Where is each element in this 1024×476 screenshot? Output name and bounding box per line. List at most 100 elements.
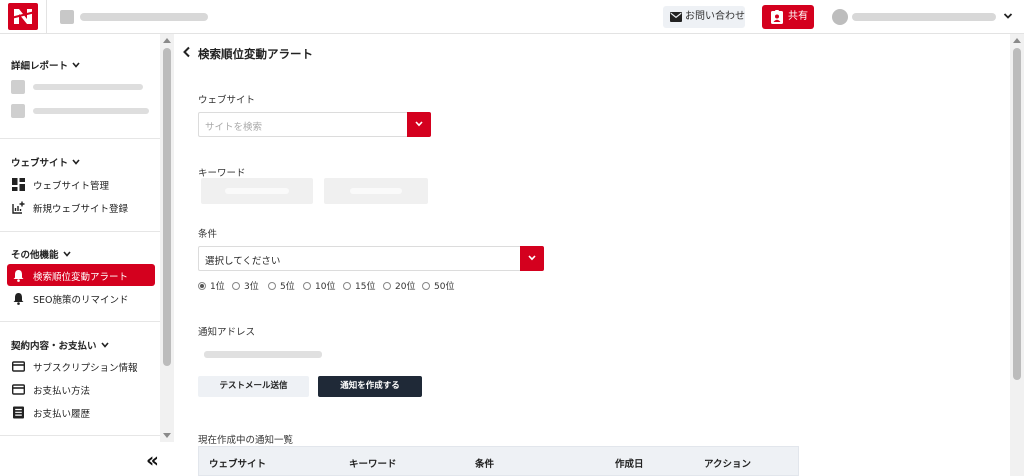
top-bar: お問い合わせ 共有 [0,0,1024,34]
sidebar-divider [0,321,160,322]
sidebar-item-label: お支払い方法 [33,386,91,397]
card-icon [12,384,25,395]
back-chevron-icon[interactable] [182,46,192,58]
mail-icon [670,12,682,22]
alert-table-header: ウェブサイト キーワード 条件 作成日 アクション [198,446,799,476]
share-user-icon [771,10,783,24]
report-site-name-redacted [33,108,149,114]
site-favicon [11,80,25,94]
column-header-keyword: キーワード [349,459,397,470]
radio-dot[interactable] [343,282,351,290]
chevron-down-icon [415,121,423,127]
contact-label: お問い合わせ [685,11,745,22]
condition-label: 条件 [198,229,218,240]
section-heading-other[interactable]: その他機能 [11,247,71,261]
report-site-item[interactable] [11,78,151,96]
sidebar-item-seo-reminder[interactable]: SEO施策のリマインド [7,287,155,309]
radio-rank-3[interactable]: 3位 [232,279,259,292]
report-site-name-redacted [33,84,143,90]
website-search-placeholder: サイトを検索 [205,122,263,133]
radio-rank-5[interactable]: 5位 [268,279,295,292]
section-heading-reports[interactable]: 詳細レポート [11,58,80,72]
radio-rank-20[interactable]: 20位 [383,279,415,292]
add-chart-icon [12,201,25,214]
radio-rank-50[interactable]: 50位 [422,279,454,292]
condition-select[interactable]: 選択してください [198,246,544,271]
radio-dot[interactable] [383,282,391,290]
radio-rank-15[interactable]: 15位 [343,279,375,292]
main-scrollbar[interactable] [1010,34,1024,476]
sidebar-item-label: SEO施策のリマインド [33,295,129,306]
radio-dot[interactable] [198,282,206,290]
sidebar-item-label: 新規ウェブサイト登録 [33,204,129,215]
account-email-redacted [852,13,996,21]
website-label: ウェブサイト [198,95,256,106]
sidebar-item-payment-history[interactable]: お支払い履歴 [7,401,155,423]
site-name-redacted [80,13,208,21]
column-header-created: 作成日 [615,459,644,470]
keyword-all-button[interactable] [201,178,313,204]
radio-rank-1[interactable]: 1位 [198,279,225,292]
sidebar-divider [0,435,160,436]
sidebar-item-label: お支払い履歴 [33,409,91,420]
avatar[interactable] [832,9,848,25]
sidebar-item-new-website[interactable]: 新規ウェブサイト登録 [7,196,155,218]
notify-address-redacted [204,351,322,358]
scrollbar-thumb[interactable] [163,48,171,366]
dashboard-icon [12,178,25,191]
page-title: 検索順位変動アラート [198,47,313,61]
sidebar-item-payment-method[interactable]: お支払い方法 [7,378,155,400]
radio-dot[interactable] [303,282,311,290]
sidebar-scrollbar[interactable] [160,34,174,442]
scrollbar-thumb[interactable] [1013,48,1021,380]
share-button[interactable]: 共有 [762,5,814,29]
sidebar-divider [0,231,160,232]
keyword-label: キーワード [198,168,246,179]
keyword-select-button[interactable] [324,178,428,204]
column-header-condition: 条件 [475,459,495,470]
chevron-down-icon[interactable] [1003,11,1013,21]
chevron-down-icon [62,251,71,257]
website-dropdown-toggle[interactable] [407,112,431,137]
notify-address-label: 通知アドレス [198,327,256,338]
radio-rank-10[interactable]: 10位 [303,279,335,292]
chevron-down-icon [72,159,80,165]
scroll-up-arrow[interactable] [1013,38,1021,43]
double-chevron-left-icon[interactable]: « [146,450,159,470]
radio-dot[interactable] [268,282,276,290]
website-select[interactable]: サイトを検索 [198,112,431,137]
main-content: 検索順位変動アラート ウェブサイト サイトを検索 キーワード 条件 選択してくだ… [174,34,1010,476]
bell-icon [13,293,24,305]
chevron-down-icon [72,62,80,68]
site-favicon [60,10,74,24]
scroll-down-arrow[interactable] [163,433,171,438]
section-heading-website[interactable]: ウェブサイト [11,155,80,169]
column-header-action: アクション [704,459,752,470]
chevron-down-icon [528,255,536,261]
brand-logo-icon[interactable] [8,3,38,30]
site-favicon [11,104,25,118]
sidebar: 詳細レポート ウェブサイト ウェブサイト管理 新規ウェブサイト登録 その他機能 [0,34,160,476]
create-alert-button[interactable]: 通知を作成する [318,376,422,397]
column-header-website: ウェブサイト [209,459,267,470]
sidebar-divider [0,138,160,139]
sidebar-item-rank-alert[interactable]: 検索順位変動アラート [7,264,155,286]
receipt-icon [13,406,24,419]
scroll-up-arrow[interactable] [163,38,171,43]
test-mail-button[interactable]: テストメール送信 [198,376,309,397]
sidebar-item-subscription[interactable]: サブスクリプション情報 [7,355,155,377]
condition-dropdown-toggle[interactable] [520,246,544,271]
site-selector[interactable] [60,9,210,25]
condition-selected-value: 選択してください [205,256,281,267]
chevron-down-icon [100,342,109,348]
radio-dot[interactable] [422,282,430,290]
section-heading-billing[interactable]: 契約内容・お支払い [11,338,109,352]
card-icon [12,361,25,372]
sidebar-item-website-management[interactable]: ウェブサイト管理 [7,173,155,195]
radio-dot[interactable] [232,282,240,290]
report-site-item[interactable] [11,102,151,120]
contact-button[interactable]: お問い合わせ [663,6,745,28]
sidebar-item-label: 検索順位変動アラート [33,272,129,283]
topbar-divider [46,0,47,34]
share-label: 共有 [788,11,808,22]
